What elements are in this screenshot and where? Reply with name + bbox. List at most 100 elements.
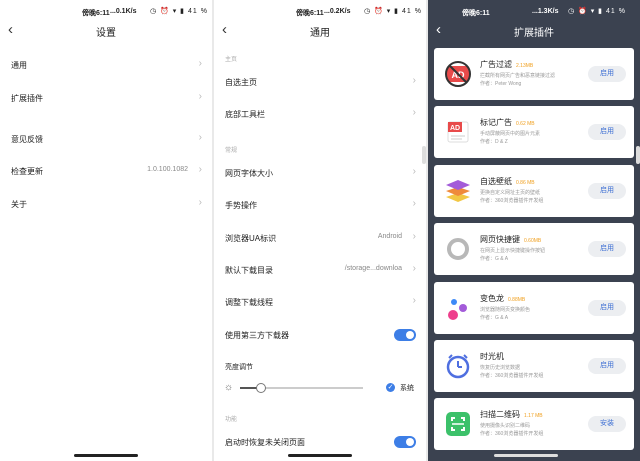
install-button[interactable]: 安装 [588,416,626,432]
page-title: 扩展插件 [514,28,554,39]
general-screen: 傍晚6:11 ...0.2K/s ◷ ⏰ ▾ ▮ 41 % ‹ 通用 主页 自选… [214,0,426,461]
plugin-author: 作者：360浏览器插件开发组 [480,431,544,437]
chevron-right-icon: › [412,263,416,274]
plugin-author: 作者：360浏览器插件开发组 [480,198,544,204]
general-item-toolbar[interactable]: 底部工具栏 › [214,98,426,130]
restore-pages-toggle[interactable] [394,436,416,448]
settings-item-plugins[interactable]: 扩展插件 › [0,82,212,114]
ad-mark-icon: AD [447,121,469,143]
settings-item-label: 检查更新 [11,167,43,176]
title-bar: ‹ 扩展插件 [428,20,640,42]
chevron-right-icon: › [412,198,416,209]
page-title: 通用 [310,28,330,39]
enable-button[interactable]: 启用 [588,358,626,374]
title-bar: ‹ 通用 [214,20,426,42]
settings-item-label: 意见反馈 [11,135,43,144]
plugin-card-mark-ads: AD 标记广告 0.62 MB 手动屏蔽网页中的图片元素 作者：D & Z 启用 [434,106,634,158]
version-value: 1.0.100.1082 [147,166,188,173]
general-item-font-size[interactable]: 网页字体大小 › [214,157,426,189]
general-item-label: 使用第三方下载器 [225,331,289,340]
settings-item-label: 关于 [11,200,27,209]
status-time: 傍晚6:11 [82,10,110,17]
status-network-speed: ...1.3K/s [532,8,559,15]
system-label: 系统 [400,385,414,392]
plugin-desc: 使用摄像头识别二维码 [480,423,531,429]
plugin-desc: 在网页上显示快捷键操作按钮 [480,248,546,254]
general-item-third-party-downloader: 使用第三方下载器 [214,319,426,351]
plugin-size: 0.60MB [524,238,542,244]
general-item-home[interactable]: 自选主页 › [214,66,426,98]
settings-item-check-update[interactable]: 检查更新 1.0.100.1082 › [0,155,212,187]
third-party-downloader-toggle[interactable] [394,329,416,341]
chevron-right-icon: › [198,58,202,69]
plugins-screen: 傍晚6:11 ...1.3K/s ◷ ⏰ ▾ ▮ 41 % ‹ 扩展插件 AD … [428,0,640,461]
enable-button[interactable]: 启用 [588,66,626,82]
plugin-card-shortcuts: 网页快捷键 0.60MB 在网页上显示快捷键操作按钮 作者：G & A 启用 [434,223,634,275]
general-item-ua[interactable]: 浏览器UA标识 Android › [214,222,426,254]
brightness-slider-row: ☼ ✓ 系统 [214,378,426,398]
layers-icon [446,180,470,202]
section-header-function: 功能 [225,417,238,423]
general-item-download-threads[interactable]: 调整下载线程 › [214,286,426,318]
chevron-right-icon: › [412,295,416,306]
chevron-right-icon: › [198,132,202,143]
general-item-gestures[interactable]: 手势操作 › [214,189,426,221]
gesture-bar[interactable] [74,454,138,457]
status-time: 傍晚6:11 [462,10,490,17]
general-item-label: 底部工具栏 [225,110,265,119]
screenshot-collage: 傍晚6:11 ...0.1K/s ◷ ⏰ ▾ ▮ 41 % ‹ 设置 通用 › … [0,0,640,461]
general-item-label: 启动时恢复未关闭页面 [225,438,305,447]
svg-text:AD: AD [450,125,460,132]
enable-button[interactable]: 启用 [588,300,626,316]
general-item-label: 调整下载线程 [225,298,273,307]
ad-block-icon: AD [445,61,471,87]
edge-swipe-handle[interactable] [422,146,426,164]
edge-swipe-handle[interactable] [636,146,640,164]
status-bar: 傍晚6:11 ...0.1K/s ◷ ⏰ ▾ ▮ 41 % [0,0,212,22]
settings-item-label: 扩展插件 [11,94,43,103]
chevron-right-icon: › [412,75,416,86]
plugin-name: 时光机 [480,352,504,361]
brightness-knob[interactable] [255,383,266,393]
brightness-slider[interactable] [240,383,363,393]
plugin-card-qr-scan: 扫描二维码 1.17 MB 使用摄像头识别二维码 作者：360浏览器插件开发组 安… [434,398,634,450]
plugin-author: 作者：360浏览器插件开发组 [480,373,544,379]
plugin-author: 作者：G & A [480,315,509,321]
gesture-bar[interactable] [288,454,352,457]
settings-item-about[interactable]: 关于 › [0,188,212,220]
chevron-right-icon: › [412,166,416,177]
status-network-speed: ...0.2K/s [324,8,351,15]
title-bar: ‹ 设置 [0,20,212,42]
chevron-right-icon: › [412,107,416,118]
enable-button[interactable]: 启用 [588,241,626,257]
plugin-author: 作者：D & Z [480,139,508,145]
plugin-desc: 手动屏蔽网页中的图片元素 [480,131,541,137]
page-title: 设置 [96,28,116,39]
enable-button[interactable]: 启用 [588,183,626,199]
plugin-card-ad-filter: AD 广告过滤2.13MB 拦截所有网页广告和恶意链接过滤 作者：Peter W… [434,48,634,100]
checkmark-icon[interactable]: ✓ [386,383,395,392]
back-arrow-icon[interactable]: ‹ [436,22,450,38]
status-icons: ◷ ⏰ ▾ ▮ 41 % [364,8,422,15]
settings-item-label: 通用 [11,61,27,70]
plugin-author: 作者：Peter Wong [480,81,522,87]
chevron-right-icon: › [412,231,416,242]
chevron-right-icon: › [198,91,202,102]
status-icons: ◷ ⏰ ▾ ▮ 41 % [568,8,626,15]
status-bar: 傍晚6:11 ...0.2K/s ◷ ⏰ ▾ ▮ 41 % [214,0,426,22]
general-item-download-dir[interactable]: 默认下载目录 /storage...downloa › [214,254,426,286]
general-item-label: 手势操作 [225,201,257,210]
settings-item-feedback[interactable]: 意见反馈 › [0,123,212,155]
plugin-size: 0.88MB [508,297,526,303]
plugin-desc: 拦截所有网页广告和恶意链接过滤 [480,73,556,79]
plugin-size: 1.17 MB [524,413,543,419]
general-item-label: 自选主页 [225,78,257,87]
plugin-name: 扫描二维码 1.17 MB [480,410,543,419]
gesture-bar[interactable] [494,454,558,457]
settings-item-general[interactable]: 通用 › [0,49,212,81]
section-header-general: 常规 [225,148,238,154]
status-icons: ◷ ⏰ ▾ ▮ 41 % [150,8,208,15]
plugin-card-wallpaper: 自选壁纸 0.86 MB 更换自定义网址主页的壁纸 作者：360浏览器插件开发组 … [434,165,634,217]
chevron-right-icon: › [198,197,202,208]
enable-button[interactable]: 启用 [588,124,626,140]
